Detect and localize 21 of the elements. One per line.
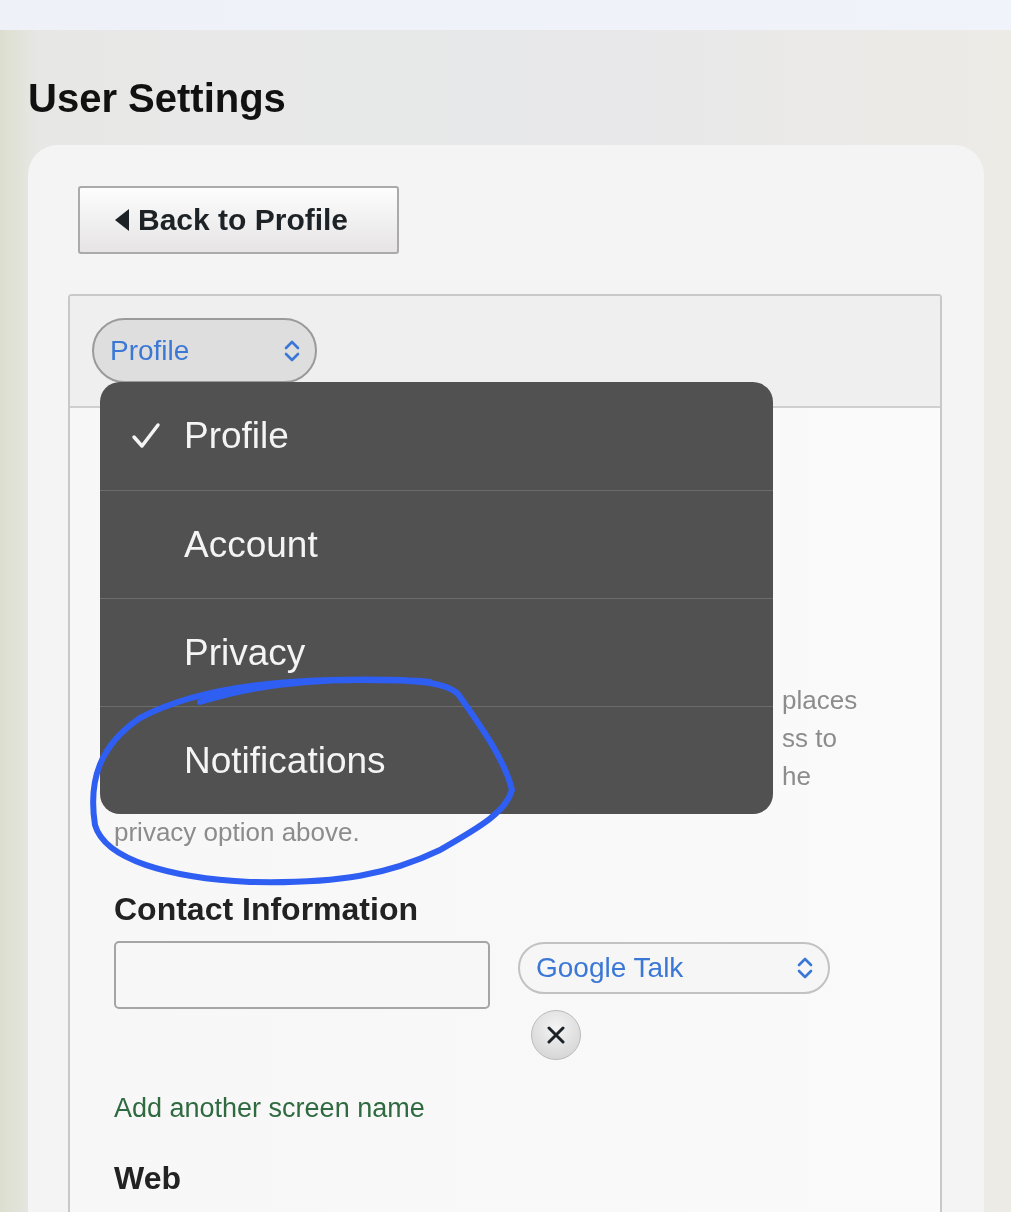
chevron-updown-icon [283,338,301,363]
description-text: places [782,684,859,717]
section-heading: Web [114,1159,182,1198]
menu-item[interactable]: Privacy [100,598,773,706]
chevron-updown-icon [796,956,814,980]
back-triangle-icon [114,208,130,232]
description-text: he [782,760,812,793]
section-heading: Contact Information [114,890,419,929]
service-select[interactable]: Google Talk [518,942,830,994]
menu-item[interactable]: Notifications [100,706,773,814]
remove-button[interactable] [531,1010,581,1060]
add-screen-name-link[interactable]: Add another screen name [114,1090,425,1126]
back-button[interactable]: Back to Profile [78,186,399,254]
screen-name-field[interactable] [114,941,490,1009]
page-title: User Settings [28,75,286,122]
menu-item[interactable]: Account [100,490,773,598]
close-icon [547,1026,565,1044]
menu-item[interactable]: Profile [100,382,773,490]
description-text: privacy option above. [114,817,360,847]
description-text: ss to [782,722,838,755]
checkmark-icon [131,422,161,450]
